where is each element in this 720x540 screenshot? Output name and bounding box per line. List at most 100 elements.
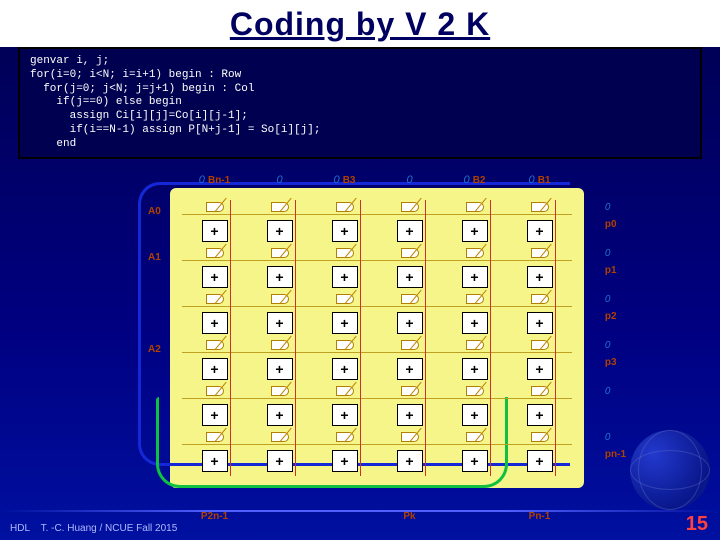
top-label: 0 B3 — [312, 174, 377, 186]
grid-cell: + — [377, 338, 442, 384]
grid-cell: + — [247, 384, 312, 430]
grid-cell: + — [442, 200, 507, 246]
grid-cell: + — [507, 430, 572, 476]
grid-cell: + — [442, 338, 507, 384]
right-label: 0p2 — [605, 294, 626, 340]
grid-cell: + — [182, 200, 247, 246]
grid-cell: + — [182, 384, 247, 430]
page-number: 15 — [686, 513, 708, 536]
grid-cell: + — [247, 246, 312, 292]
bottom-label — [247, 511, 312, 522]
sum-wire — [555, 200, 556, 476]
full-adder: + — [527, 266, 553, 288]
grid-cell: + — [507, 292, 572, 338]
grid-cell: + — [442, 430, 507, 476]
full-adder: + — [397, 266, 423, 288]
grid-cell: + — [442, 246, 507, 292]
right-label: 0 — [605, 386, 626, 432]
full-adder: + — [462, 358, 488, 380]
full-adder: + — [527, 358, 553, 380]
product-labels: P2n-1PkPn-1 — [182, 511, 572, 522]
full-adder: + — [202, 358, 228, 380]
grid-row: + + + + + + — [182, 384, 572, 430]
left-label — [148, 298, 161, 344]
right-label: 0p3 — [605, 340, 626, 386]
full-adder: + — [332, 312, 358, 334]
full-adder: + — [332, 358, 358, 380]
full-adder: + — [527, 404, 553, 426]
sum-wire — [230, 200, 231, 476]
grid-row: + + + + + + — [182, 338, 572, 384]
grid-cell: + — [182, 246, 247, 292]
full-adder: + — [332, 404, 358, 426]
footer-rule — [0, 510, 720, 512]
sum-wire — [295, 200, 296, 476]
full-adder: + — [267, 404, 293, 426]
full-adder: + — [267, 450, 293, 472]
grid-cell: + — [377, 292, 442, 338]
left-label — [148, 390, 161, 436]
bottom-label: Pk — [377, 511, 442, 522]
code-block: genvar i, j; for(i=0; i<N; i=i+1) begin … — [18, 47, 702, 159]
grid-cell: + — [182, 292, 247, 338]
grid-cell: + — [442, 384, 507, 430]
full-adder: + — [462, 450, 488, 472]
grid-row: ++++++ — [182, 246, 572, 292]
left-label — [148, 436, 161, 482]
full-adder: + — [527, 220, 553, 242]
grid-row: + + + + + + — [182, 430, 572, 476]
right-label: 0p0 — [605, 202, 626, 248]
full-adder: + — [462, 312, 488, 334]
grid-cell: + — [312, 292, 377, 338]
full-adder: + — [462, 220, 488, 242]
full-adder: + — [202, 266, 228, 288]
grid-cell: + — [182, 430, 247, 476]
full-adder: + — [267, 266, 293, 288]
full-adder: + — [267, 358, 293, 380]
grid-cell: + — [507, 200, 572, 246]
grid-cell: + — [247, 200, 312, 246]
grid-cell: + — [312, 430, 377, 476]
right-label: 0pn-1 — [605, 432, 626, 478]
grid-cell: + — [247, 292, 312, 338]
grid-cell: + — [507, 246, 572, 292]
bottom-label: P2n-1 — [182, 511, 247, 522]
grid-cell: + — [377, 384, 442, 430]
grid-cell: + — [247, 338, 312, 384]
grid-cell: + — [182, 338, 247, 384]
full-adder: + — [332, 450, 358, 472]
top-label: 0 B1 — [507, 174, 572, 186]
sum-wire — [360, 200, 361, 476]
full-adder: + — [397, 220, 423, 242]
grid-cell: + — [312, 384, 377, 430]
full-adder: + — [527, 312, 553, 334]
full-adder: + — [202, 450, 228, 472]
left-label: A2 — [148, 344, 161, 390]
full-adder: + — [397, 450, 423, 472]
full-adder: + — [397, 312, 423, 334]
full-adder: + — [202, 312, 228, 334]
top-label: 0 — [247, 174, 312, 186]
full-adder: + — [202, 220, 228, 242]
array-multiplier-diagram: 0 Bn-10 0 B30 0 B20 B1 A0A1A2 0p00p10p20… — [142, 176, 602, 506]
p-output-labels: 0p00p10p20p300pn-1 — [605, 202, 626, 478]
top-label: 0 B2 — [442, 174, 507, 186]
full-adder: + — [332, 220, 358, 242]
sum-wire — [425, 200, 426, 476]
grid-cell: + — [507, 384, 572, 430]
full-adder: + — [397, 358, 423, 380]
grid-cell: + — [377, 200, 442, 246]
bottom-label — [442, 511, 507, 522]
grid-cell: + — [312, 200, 377, 246]
full-adder: + — [462, 404, 488, 426]
footer-author: T. -C. Huang / NCUE Fall 2015 — [41, 523, 178, 534]
cell-grid: ++++++++++++++++++++++++++++++++++++ — [182, 200, 572, 476]
top-label: 0 — [377, 174, 442, 186]
grid-cell: + — [377, 246, 442, 292]
sum-wire — [490, 200, 491, 476]
b-input-labels: 0 Bn-10 0 B30 0 B20 B1 — [182, 174, 572, 186]
bottom-label — [312, 511, 377, 522]
grid-row: + + + + + + — [182, 292, 572, 338]
footer-text: HDL T. -C. Huang / NCUE Fall 2015 — [10, 523, 177, 534]
full-adder: + — [462, 266, 488, 288]
